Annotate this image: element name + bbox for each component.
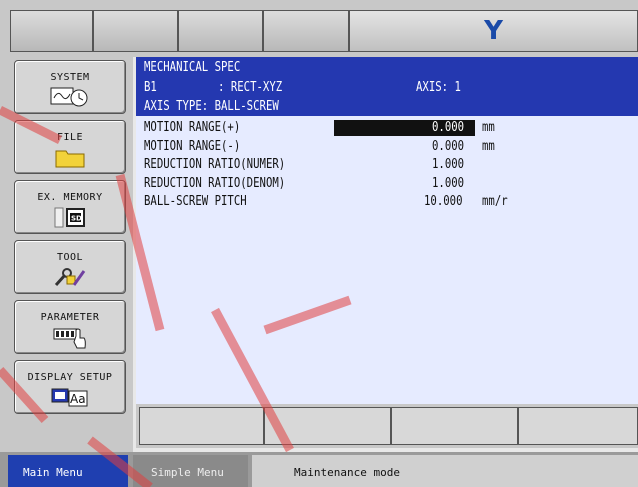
axis-number: AXIS: 1 (416, 80, 461, 95)
menu-ex-memory-label: EX. MEMORY (37, 192, 103, 203)
svg-text:Aa: Aa (70, 392, 86, 406)
spec-header: MECHANICAL SPEC B1 : RECT-XYZ AXIS: 1 AX… (136, 57, 638, 116)
top-button-3[interactable] (178, 10, 263, 52)
menu-tool-button[interactable]: TOOL (14, 240, 126, 294)
menu-file-button[interactable]: FILE (14, 120, 126, 174)
simple-menu-tab[interactable]: Simple Menu (133, 455, 248, 487)
robot-type: : RECT-XYZ (218, 80, 283, 95)
param-name: REDUCTION RATIO(NUMER) (144, 157, 286, 172)
menu-system-button[interactable]: SYSTEM (14, 60, 126, 114)
mechanical-spec-panel: MECHANICAL SPEC B1 : RECT-XYZ AXIS: 1 AX… (136, 57, 638, 404)
main-menu-tab[interactable]: Main Menu (8, 455, 128, 487)
menu-parameter-button[interactable]: PARAMETER (14, 300, 126, 354)
top-button-2[interactable] (93, 10, 178, 52)
param-value[interactable]: 1.000 (432, 157, 464, 173)
system-icon (50, 87, 88, 107)
param-unit: mm (482, 139, 495, 154)
param-name: MOTION RANGE(-) (144, 139, 241, 154)
param-name: MOTION RANGE(+) (144, 120, 241, 135)
axis-type: AXIS TYPE: BALL-SCREW (144, 99, 279, 114)
sd-card-icon: SD (54, 207, 85, 228)
tool-icon (54, 268, 86, 287)
menu-display-setup-label: DISPLAY SETUP (27, 372, 113, 383)
param-name: REDUCTION RATIO(DENOM) (144, 176, 286, 191)
param-value[interactable]: 10.000 (424, 194, 463, 210)
param-value[interactable]: 0.000 (432, 120, 464, 136)
function-key-3[interactable] (391, 407, 518, 445)
menu-display-setup-button[interactable]: DISPLAY SETUP Aa (14, 360, 126, 414)
parameter-icon (53, 328, 86, 349)
function-key-2[interactable] (264, 407, 391, 445)
folder-icon (55, 150, 85, 168)
svg-text:SD: SD (71, 215, 82, 223)
function-key-bar (136, 404, 638, 448)
param-value[interactable]: 0.000 (432, 139, 464, 155)
page-title: MECHANICAL SPEC (144, 60, 241, 75)
menu-tool-label: TOOL (56, 252, 84, 263)
main-menu-panel: SYSTEM FILE EX. MEMORY SD TOOL PARAMETER… (0, 57, 133, 452)
param-unit: mm/r (482, 194, 508, 209)
robot-id: B1 (144, 80, 157, 95)
top-bar: Y (0, 0, 638, 57)
menu-ex-memory-button[interactable]: EX. MEMORY SD (14, 180, 126, 234)
status-bar: Maintenance mode (252, 455, 638, 487)
param-unit: mm (482, 120, 495, 135)
top-button-1[interactable] (10, 10, 93, 52)
menu-file-label: FILE (56, 132, 84, 143)
function-key-4[interactable] (518, 407, 638, 445)
menu-system-label: SYSTEM (50, 72, 90, 83)
param-value[interactable]: 1.000 (432, 176, 464, 192)
param-name: BALL-SCREW PITCH (144, 194, 247, 209)
function-key-1[interactable] (139, 407, 264, 445)
bottom-bar: Main Menu Simple Menu Maintenance mode (0, 452, 638, 487)
top-button-4[interactable] (263, 10, 349, 52)
yaskawa-logo: Y (349, 10, 638, 52)
menu-parameter-label: PARAMETER (40, 312, 100, 323)
display-setup-icon: Aa (51, 388, 88, 407)
